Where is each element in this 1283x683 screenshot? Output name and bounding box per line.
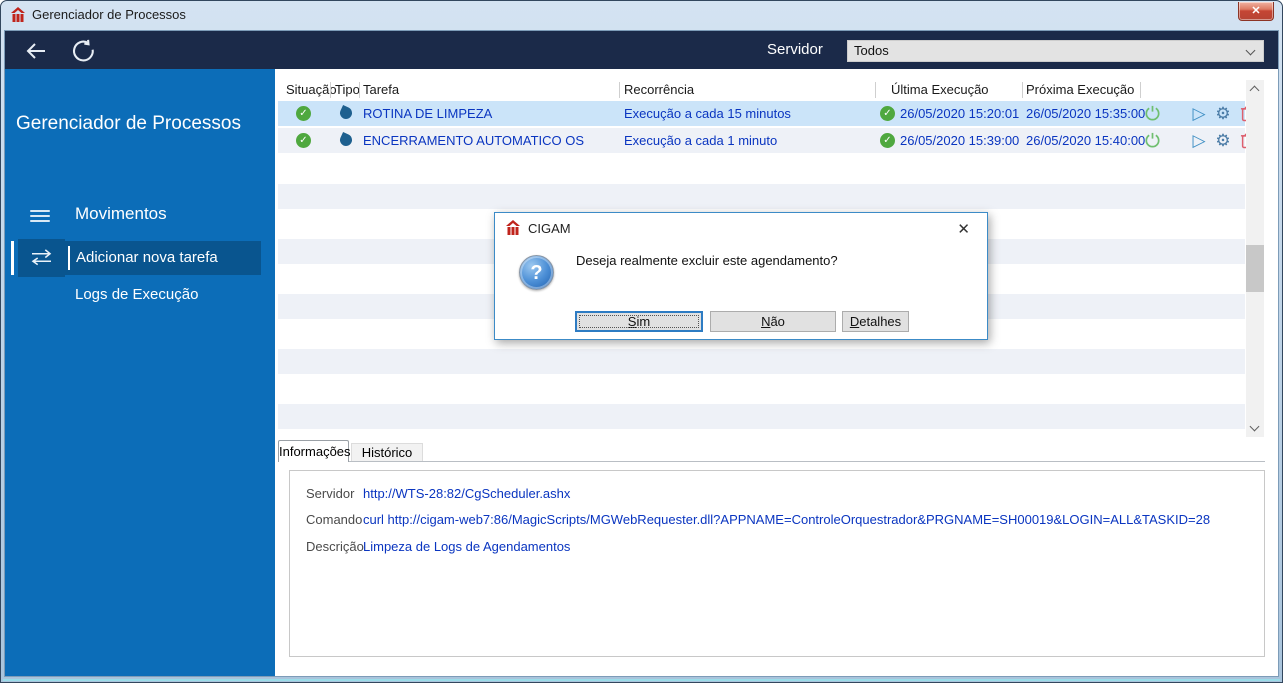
- field-label: Servidor: [306, 486, 355, 501]
- table-row-empty: [278, 376, 1245, 401]
- last-execution: 26/05/2020 15:20:01: [900, 106, 1020, 121]
- column-situacao[interactable]: Situação: [286, 82, 337, 97]
- menu-icon[interactable]: [30, 210, 50, 224]
- window-titlebar: Gerenciador de Processos ✕: [1, 1, 1282, 29]
- info-field: Descrição Limpeza de Logs de Agendamento…: [290, 537, 1264, 557]
- sidebar-section-movimentos[interactable]: Movimentos: [75, 204, 167, 224]
- swap-arrows-icon: [18, 239, 65, 277]
- back-button[interactable]: [24, 39, 48, 63]
- scroll-down-button[interactable]: [1246, 420, 1264, 437]
- table-header: Situação Tipo Tarefa Recorrência Última …: [278, 80, 1245, 101]
- column-recorrencia[interactable]: Recorrência: [624, 82, 694, 97]
- dialog-message: Deseja realmente excluir este agendament…: [576, 253, 838, 268]
- table-row[interactable]: ✓ ROTINA DE LIMPEZA Execução a cada 15 m…: [278, 101, 1254, 126]
- chevron-down-icon: [1245, 45, 1256, 56]
- tab-historico[interactable]: Histórico: [351, 443, 423, 462]
- field-value: curl http://cigam-web7:86/MagicScripts/M…: [363, 512, 1211, 527]
- table-row-empty: [278, 349, 1245, 374]
- refresh-icon: [73, 39, 94, 62]
- task-name: ROTINA DE LIMPEZA: [363, 106, 493, 121]
- chevron-up-icon: [1249, 85, 1260, 96]
- power-toggle-icon[interactable]: [1142, 128, 1162, 153]
- tab-divider: [278, 461, 1265, 462]
- field-value: Limpeza de Logs de Agendamentos: [363, 539, 571, 554]
- dialog-title: CIGAM: [528, 221, 571, 236]
- question-icon: ?: [519, 255, 554, 290]
- table-row-empty: [278, 156, 1245, 181]
- last-run-ok-icon: ✓: [880, 133, 895, 148]
- info-panel: Servidor http://WTS-28:82/CgScheduler.as…: [289, 470, 1265, 657]
- sidebar: Gerenciador de Processos Movimentos Adic…: [5, 69, 275, 676]
- run-now-icon[interactable]: ▷: [1189, 128, 1209, 153]
- scroll-up-button[interactable]: [1246, 80, 1264, 97]
- sidebar-item-logs-de-execucao[interactable]: Logs de Execução: [75, 286, 198, 303]
- back-arrow-icon: [26, 43, 45, 59]
- task-recurrence: Execução a cada 15 minutos: [624, 106, 791, 121]
- info-field: Comando curl http://cigam-web7:86/MagicS…: [290, 510, 1264, 530]
- field-label: Comando: [306, 512, 363, 527]
- table-row-empty: [278, 404, 1245, 429]
- column-tipo[interactable]: Tipo: [335, 82, 360, 97]
- details-button[interactable]: Detalhes: [842, 311, 909, 332]
- task-type-drop-icon: [338, 105, 354, 121]
- task-recurrence: Execução a cada 1 minuto: [624, 133, 778, 148]
- cigam-logo-icon: [505, 220, 521, 236]
- column-separator: [875, 82, 876, 98]
- run-now-icon[interactable]: ▷: [1189, 101, 1209, 126]
- sidebar-title: Gerenciador de Processos: [16, 113, 241, 134]
- yes-button[interactable]: Sim: [575, 311, 703, 332]
- column-tarefa[interactable]: Tarefa: [363, 82, 399, 97]
- column-ultima-execucao[interactable]: Última Execução: [891, 82, 989, 97]
- field-label: Descrição: [306, 539, 364, 554]
- close-icon: ✕: [1251, 4, 1261, 17]
- task-name: ENCERRAMENTO AUTOMATICO OS: [363, 133, 585, 148]
- sidebar-item-adicionar-nova-tarefa[interactable]: Adicionar nova tarefa: [5, 239, 275, 277]
- table-row-empty: [278, 184, 1245, 209]
- settings-icon[interactable]: ⚙: [1213, 128, 1233, 153]
- no-button[interactable]: Não: [710, 311, 836, 332]
- next-execution: 26/05/2020 15:35:00: [1026, 106, 1146, 121]
- status-ok-icon: ✓: [296, 133, 311, 148]
- column-separator: [619, 82, 620, 98]
- chevron-down-icon: [1249, 421, 1260, 432]
- window-title: Gerenciador de Processos: [32, 7, 186, 22]
- sidebar-item-label: Adicionar nova tarefa: [65, 241, 261, 275]
- last-execution: 26/05/2020 15:39:00: [900, 133, 1020, 148]
- dialog-close-button[interactable]: ✕: [953, 218, 974, 240]
- info-field: Servidor http://WTS-28:82/CgScheduler.as…: [290, 484, 1264, 504]
- scrollbar-thumb[interactable]: [1246, 245, 1264, 292]
- table-row[interactable]: ✓ ENCERRAMENTO AUTOMATICO OS Execução a …: [278, 128, 1254, 153]
- app-window: Gerenciador de Processos ✕ Servidor Todo…: [0, 0, 1283, 683]
- next-execution: 26/05/2020 15:40:00: [1026, 133, 1146, 148]
- field-value: http://WTS-28:82/CgScheduler.ashx: [363, 486, 571, 501]
- status-ok-icon: ✓: [296, 106, 311, 121]
- top-nav-bar: Servidor Todos: [5, 31, 1278, 69]
- column-separator: [359, 82, 360, 98]
- last-run-ok-icon: ✓: [880, 106, 895, 121]
- confirm-dialog: CIGAM ✕ ? Deseja realmente excluir este …: [494, 212, 988, 340]
- refresh-button[interactable]: [71, 38, 96, 63]
- app-body: Servidor Todos Gerenciador de Processos …: [4, 30, 1279, 677]
- window-close-button[interactable]: ✕: [1238, 2, 1274, 21]
- server-selected-value: Todos: [854, 43, 889, 58]
- selection-indicator: [11, 241, 14, 275]
- column-separator: [1022, 82, 1023, 98]
- task-type-drop-icon: [338, 132, 354, 148]
- settings-icon[interactable]: ⚙: [1213, 101, 1233, 126]
- close-icon: ✕: [957, 221, 970, 238]
- column-proxima-execucao[interactable]: Próxima Execução: [1026, 82, 1134, 97]
- power-toggle-icon[interactable]: [1142, 101, 1162, 126]
- server-select[interactable]: Todos: [847, 40, 1264, 62]
- cigam-logo-icon: [10, 7, 26, 23]
- server-label: Servidor: [767, 41, 823, 58]
- tab-informacoes[interactable]: Informações: [278, 440, 351, 462]
- column-separator: [1140, 82, 1141, 98]
- vertical-scrollbar[interactable]: [1246, 80, 1264, 437]
- column-separator: [330, 82, 331, 98]
